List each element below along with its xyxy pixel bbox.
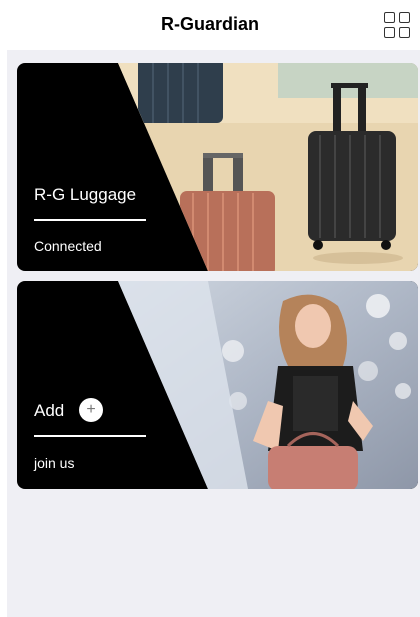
- luggage-card[interactable]: R-G Luggage Connected: [17, 63, 418, 271]
- girl-with-bag-photo: [118, 281, 418, 489]
- card-title: R-G Luggage: [34, 185, 137, 204]
- plus-icon[interactable]: +: [79, 398, 103, 422]
- app-header: R-Guardian: [0, 0, 420, 50]
- card-status: Connected: [34, 238, 102, 254]
- card-status: join us: [34, 455, 75, 471]
- grid-icon[interactable]: [384, 12, 410, 38]
- page-title: R-Guardian: [160, 14, 259, 34]
- card-title: Add: [34, 401, 65, 420]
- card-divider: [34, 219, 146, 221]
- luggage-photo: [118, 63, 418, 271]
- card-divider: [34, 435, 146, 437]
- main-content: R-G Luggage Connected Add + join us: [7, 50, 420, 617]
- add-card[interactable]: Add + join us: [17, 281, 418, 489]
